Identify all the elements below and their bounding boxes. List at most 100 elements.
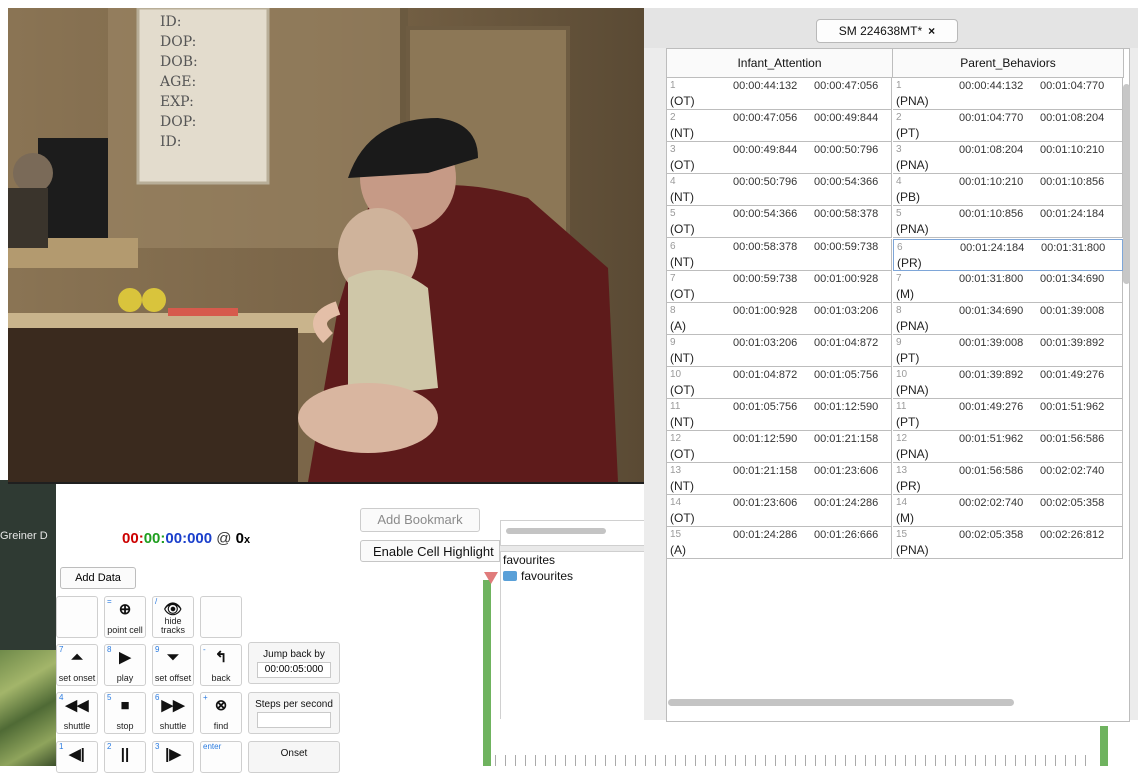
spreadsheet-cell[interactable]: 7 00:00:59:738 00:01:00:928 (OT) xyxy=(667,270,892,303)
cell-offset[interactable]: 00:01:24:286 xyxy=(814,497,878,509)
cell-offset[interactable]: 00:01:10:210 xyxy=(1040,144,1104,156)
cell-offset[interactable]: 00:01:24:184 xyxy=(1040,208,1104,220)
cell-code[interactable]: (OT) xyxy=(670,287,695,301)
spreadsheet-cell[interactable]: 12 00:01:12:590 00:01:21:158 (OT) xyxy=(667,431,892,464)
cell-onset[interactable]: 00:01:51:962 xyxy=(959,433,1023,445)
stop-button[interactable]: 5 ■ stop xyxy=(104,692,146,734)
add-bookmark-button[interactable]: Add Bookmark xyxy=(360,508,480,532)
cell-offset[interactable]: 00:00:49:844 xyxy=(814,112,878,124)
cell-offset[interactable]: 00:01:49:276 xyxy=(1040,369,1104,381)
cell-code[interactable]: (PNA) xyxy=(896,543,929,557)
cell-code[interactable]: (PNA) xyxy=(896,222,929,236)
jump-back-field[interactable]: 00:00:05:000 xyxy=(257,662,331,678)
cell-offset[interactable]: 00:01:10:856 xyxy=(1040,176,1104,188)
spreadsheet-horizontal-scrollbar[interactable] xyxy=(668,699,1014,706)
set-offset-button[interactable]: 9 ⏷ set offset xyxy=(152,644,194,686)
spreadsheet-cell[interactable]: 8 00:01:34:690 00:01:39:008 (PNA) xyxy=(893,302,1123,335)
cell-offset[interactable]: 00:01:08:204 xyxy=(1040,112,1104,124)
cell-code[interactable]: (PR) xyxy=(897,256,922,270)
key-row4-3-button[interactable]: enter xyxy=(200,741,242,773)
cell-offset[interactable]: 00:00:50:796 xyxy=(814,144,878,156)
spreadsheet-cell[interactable]: 12 00:01:51:962 00:01:56:586 (PNA) xyxy=(893,431,1123,464)
cell-code[interactable]: (NT) xyxy=(670,255,694,269)
cell-offset[interactable]: 00:01:04:872 xyxy=(814,337,878,349)
cell-code[interactable]: (PT) xyxy=(896,351,919,365)
cell-offset[interactable]: 00:01:04:770 xyxy=(1040,80,1104,92)
tab-spreadsheet[interactable]: SM 224638MT* × xyxy=(816,19,958,43)
cell-onset[interactable]: 00:00:49:844 xyxy=(733,144,797,156)
cell-onset[interactable]: 00:01:23:606 xyxy=(733,497,797,509)
cell-onset[interactable]: 00:01:24:184 xyxy=(960,242,1024,254)
cell-code[interactable]: (OT) xyxy=(670,94,695,108)
cell-code[interactable]: (NT) xyxy=(670,126,694,140)
spreadsheet-cell[interactable]: 3 00:01:08:204 00:01:10:210 (PNA) xyxy=(893,142,1123,175)
cell-offset[interactable]: 00:01:03:206 xyxy=(814,305,878,317)
cell-onset[interactable]: 00:01:04:770 xyxy=(959,112,1023,124)
favourites-split-divider[interactable] xyxy=(500,545,644,552)
cell-code[interactable]: (OT) xyxy=(670,222,695,236)
cell-code[interactable]: (OT) xyxy=(670,158,695,172)
cell-onset[interactable]: 00:01:34:690 xyxy=(959,305,1023,317)
timeline-track-segment[interactable] xyxy=(483,580,491,766)
cell-code[interactable]: (OT) xyxy=(670,383,695,397)
cell-offset[interactable]: 00:01:00:928 xyxy=(814,273,878,285)
cell-code[interactable]: (PNA) xyxy=(896,319,929,333)
cell-code[interactable]: (PB) xyxy=(896,190,920,204)
cell-onset[interactable]: 00:00:50:796 xyxy=(733,176,797,188)
key-row1-0-button[interactable] xyxy=(56,596,98,638)
cell-onset[interactable]: 00:01:00:928 xyxy=(733,305,797,317)
cell-code[interactable]: (OT) xyxy=(670,511,695,525)
cell-offset[interactable]: 00:00:58:378 xyxy=(814,208,878,220)
cell-onset[interactable]: 00:01:04:872 xyxy=(733,369,797,381)
cell-offset[interactable]: 00:00:59:738 xyxy=(814,241,878,253)
find-button[interactable]: + ⊗ find xyxy=(200,692,242,734)
cell-offset[interactable]: 00:00:47:056 xyxy=(814,80,878,92)
column-header-parent-behaviors[interactable]: Parent_Behaviors xyxy=(893,49,1124,78)
spreadsheet-cell[interactable]: 9 00:01:39:008 00:01:39:892 (PT) xyxy=(893,334,1123,367)
spreadsheet-cell[interactable]: 9 00:01:03:206 00:01:04:872 (NT) xyxy=(667,334,892,367)
spreadsheet-cell[interactable]: 2 00:01:04:770 00:01:08:204 (PT) xyxy=(893,110,1123,143)
cell-code[interactable]: (M) xyxy=(896,287,914,301)
cell-offset[interactable]: 00:01:39:008 xyxy=(1040,305,1104,317)
cell-onset[interactable]: 00:01:39:008 xyxy=(959,337,1023,349)
cell-onset[interactable]: 00:00:58:378 xyxy=(733,241,797,253)
cell-onset[interactable]: 00:01:10:210 xyxy=(959,176,1023,188)
cell-onset[interactable]: 00:01:05:756 xyxy=(733,401,797,413)
cell-onset[interactable]: 00:02:02:740 xyxy=(959,497,1023,509)
shuttle-button[interactable]: 6 ▶▶ shuttle xyxy=(152,692,194,734)
spreadsheet-cell[interactable]: 11 00:01:05:756 00:01:12:590 (NT) xyxy=(667,399,892,431)
key-row1-3-button[interactable] xyxy=(200,596,242,638)
key-row4-2-button[interactable]: 3 |▶ xyxy=(152,741,194,773)
cell-offset[interactable]: 00:01:56:586 xyxy=(1040,433,1104,445)
cell-offset[interactable]: 00:01:34:690 xyxy=(1040,273,1104,285)
back-button[interactable]: - ↰ back xyxy=(200,644,242,686)
spreadsheet-cell[interactable]: 1 00:00:44:132 00:00:47:056 (OT) xyxy=(667,78,892,110)
cell-code[interactable]: (PR) xyxy=(896,479,921,493)
spreadsheet-cell[interactable]: 13 00:01:21:158 00:01:23:606 (NT) xyxy=(667,463,892,496)
cell-offset[interactable]: 00:01:21:158 xyxy=(814,433,878,445)
spreadsheet-cell[interactable]: 5 00:00:54:366 00:00:58:378 (OT) xyxy=(667,206,892,239)
spreadsheet-cell[interactable]: 13 00:01:56:586 00:02:02:740 (PR) xyxy=(893,463,1123,496)
spreadsheet-cell[interactable]: 15 00:01:24:286 00:01:26:666 (A) xyxy=(667,527,892,560)
cell-code[interactable]: (NT) xyxy=(670,190,694,204)
cell-offset[interactable]: 00:02:02:740 xyxy=(1040,465,1104,477)
spreadsheet-cell[interactable]: 6 00:00:58:378 00:00:59:738 (NT) xyxy=(667,238,892,271)
cell-onset[interactable]: 00:01:56:586 xyxy=(959,465,1023,477)
spreadsheet-cell[interactable]: 14 00:01:23:606 00:01:24:286 (OT) xyxy=(667,495,892,528)
spreadsheet-cell[interactable]: 2 00:00:47:056 00:00:49:844 (NT) xyxy=(667,110,892,143)
enable-cell-highlight-button[interactable]: Enable Cell Highlight xyxy=(360,540,500,562)
spreadsheet-cell[interactable]: 8 00:01:00:928 00:01:03:206 (A) xyxy=(667,302,892,335)
spreadsheet-cell[interactable]: 14 00:02:02:740 00:02:05:358 (M) xyxy=(893,495,1123,528)
spreadsheet-vertical-scrollbar[interactable] xyxy=(1123,84,1130,284)
cell-code[interactable]: (NT) xyxy=(670,415,694,429)
cell-onset[interactable]: 00:00:59:738 xyxy=(733,273,797,285)
set-onset-button[interactable]: 7 ⏶ set onset xyxy=(56,644,98,686)
play-button[interactable]: 8 ▶ play xyxy=(104,644,146,686)
cell-onset[interactable]: 00:00:47:056 xyxy=(733,112,797,124)
spreadsheet-cell[interactable]: 5 00:01:10:856 00:01:24:184 (PNA) xyxy=(893,206,1123,239)
cell-code[interactable]: (A) xyxy=(670,319,686,333)
spreadsheet-cell[interactable]: 4 00:00:50:796 00:00:54:366 (NT) xyxy=(667,174,892,207)
cell-code[interactable]: (A) xyxy=(670,543,686,557)
cell-onset[interactable]: 00:01:31:800 xyxy=(959,273,1023,285)
spreadsheet-cell[interactable]: 10 00:01:39:892 00:01:49:276 (PNA) xyxy=(893,366,1123,399)
